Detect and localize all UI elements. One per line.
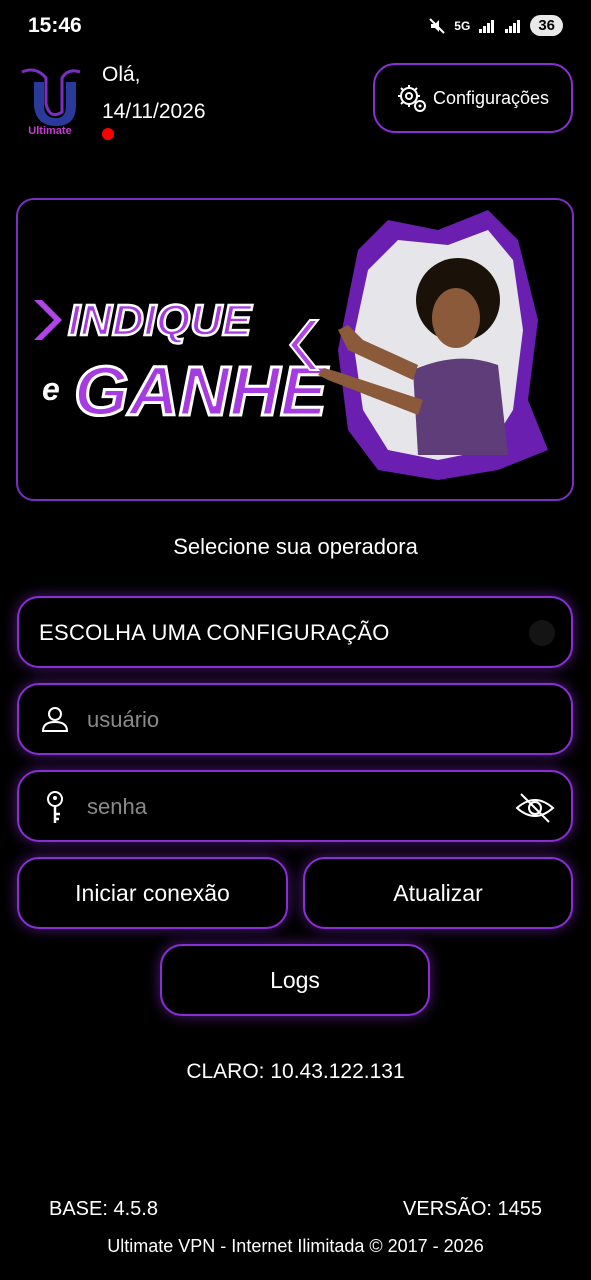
eye-off-icon[interactable] xyxy=(515,788,555,828)
app-logo: Ultimate xyxy=(16,64,84,138)
config-select[interactable]: ESCOLHA UMA CONFIGURAÇÃO xyxy=(17,596,573,668)
select-operator-title: Selecione sua operadora xyxy=(173,534,418,559)
password-placeholder: senha xyxy=(87,794,147,819)
mute-icon xyxy=(429,17,446,34)
connect-button[interactable]: Iniciar conexão xyxy=(17,857,288,929)
user-icon xyxy=(41,707,69,732)
settings-button[interactable]: Configurações xyxy=(373,63,573,133)
signal-icon xyxy=(479,19,495,33)
status-time: 15:46 xyxy=(28,14,82,37)
app-version: VERSÃO: 1455 xyxy=(403,1198,542,1220)
password-input[interactable]: senha xyxy=(17,770,573,842)
config-select-value: ESCOLHA UMA CONFIGURAÇÃO xyxy=(39,620,390,645)
logs-button[interactable]: Logs xyxy=(160,944,430,1016)
battery-icon: 36 xyxy=(530,15,563,36)
greeting: Olá, xyxy=(102,63,141,86)
banner-line2-small: e xyxy=(42,371,60,407)
banner-line2: GANHE xyxy=(74,352,329,430)
ip-address: CLARO: 10.43.122.131 xyxy=(186,1060,405,1083)
network-type-icon: 5G xyxy=(454,18,471,33)
signal-icon-2 xyxy=(505,19,521,33)
date: 14/11/2026 xyxy=(102,100,206,123)
base-version: BASE: 4.5.8 xyxy=(49,1198,158,1220)
footer-copyright: Ultimate VPN - Internet Ilimitada © 2017… xyxy=(107,1236,484,1256)
dropdown-arrow-icon xyxy=(529,620,555,646)
settings-button-label: Configurações xyxy=(432,87,550,108)
logo-text: Ultimate xyxy=(28,125,71,137)
banner-line1: INDIQUE xyxy=(68,296,253,345)
status-indicator-dot xyxy=(102,128,114,140)
username-placeholder: usuário xyxy=(87,707,160,732)
username-input[interactable]: usuário xyxy=(17,683,573,755)
gear-icon xyxy=(397,85,426,112)
key-icon xyxy=(47,791,63,823)
status-icons: 5G 36 xyxy=(428,15,563,36)
update-button[interactable]: Atualizar xyxy=(303,857,573,929)
promo-banner[interactable]: INDIQUE e GANHE xyxy=(16,198,574,501)
